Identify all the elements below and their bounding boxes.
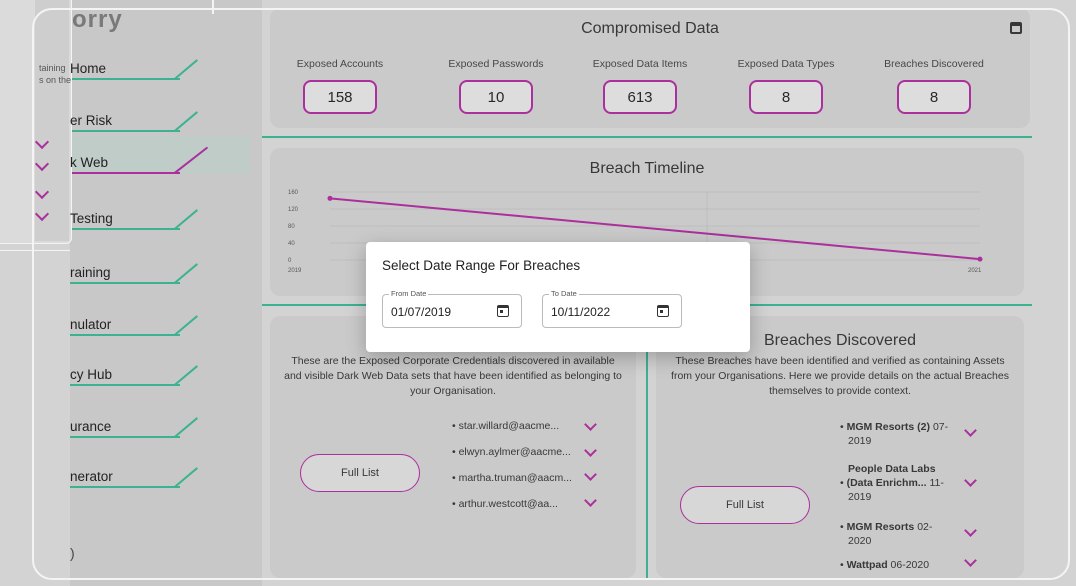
calendar-icon[interactable] xyxy=(497,305,509,317)
sidebar-item-label: k Web xyxy=(70,155,109,170)
calendar-icon[interactable] xyxy=(657,305,669,317)
sidebar-item-label: cy Hub xyxy=(70,367,113,382)
from-date-field[interactable]: From Date 01/07/2019 xyxy=(382,289,522,328)
to-date-label: To Date xyxy=(549,289,579,298)
sidebar-item-label: urance xyxy=(70,419,112,434)
to-date-value[interactable]: 10/11/2022 xyxy=(551,305,610,319)
date-range-dialog: Select Date Range For Breaches From Date… xyxy=(366,242,750,352)
sidebar-item-label: raining xyxy=(70,265,111,280)
sidebar-item-label: Home xyxy=(70,61,107,76)
sidebar-item-label: nulator xyxy=(70,317,112,332)
sidebar-item-label: er Risk xyxy=(70,113,113,128)
dialog-title: Select Date Range For Breaches xyxy=(382,258,581,273)
sidebar-item-label: nerator xyxy=(70,469,113,484)
from-date-value[interactable]: 01/07/2019 xyxy=(391,305,451,319)
from-date-label: From Date xyxy=(389,289,429,298)
to-date-field[interactable]: To Date 10/11/2022 xyxy=(542,289,682,328)
sidebar-item-label: Testing xyxy=(70,211,113,226)
